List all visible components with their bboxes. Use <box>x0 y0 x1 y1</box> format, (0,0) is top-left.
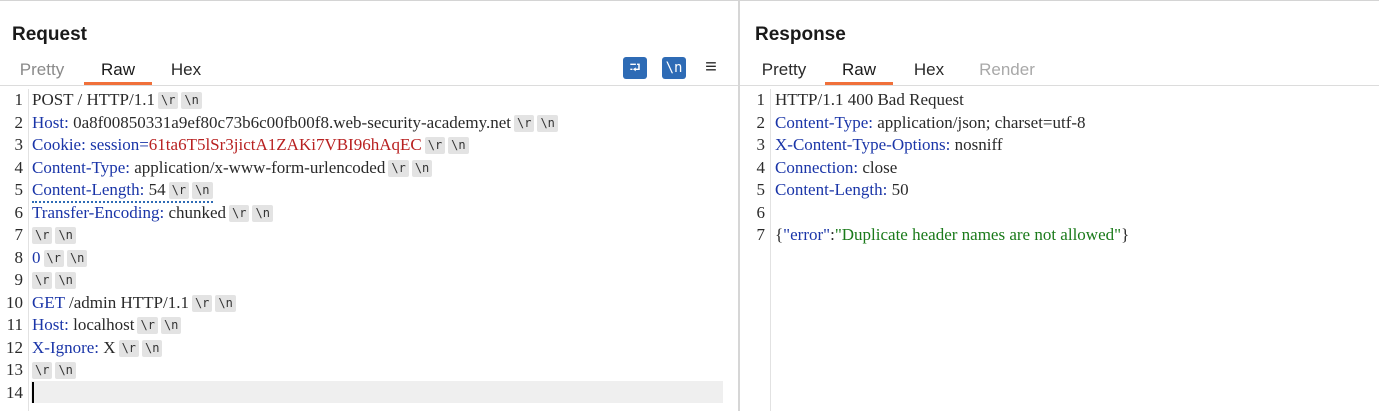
request-line: 13 \r \n <box>0 359 738 381</box>
lf-token: \n <box>181 92 202 109</box>
tab-hex[interactable]: Hex <box>160 59 212 84</box>
header-value: 0a8f00850331a9ef80c73b6c00fb00f8.web-sec… <box>68 112 511 132</box>
tab-divider <box>740 85 1379 86</box>
response-line: 3 X-Content-Type-Options: nosniff <box>756 135 1003 154</box>
header-name: Connection: <box>775 157 859 177</box>
lf-token: \n <box>252 204 273 222</box>
cr-token: \r <box>191 294 213 312</box>
header-name: Cookie: <box>32 135 86 154</box>
response-title: Response <box>755 24 846 45</box>
lf-token: \n <box>55 362 76 379</box>
header-name: Content-Type: <box>775 112 873 132</box>
cr-token: \r <box>137 317 158 334</box>
cr-token: \r <box>229 204 250 222</box>
lf-token: \n <box>66 249 88 267</box>
cr-token: \r <box>514 114 535 132</box>
tab-raw[interactable]: Raw <box>84 59 152 85</box>
header-name: Content-Length: <box>32 180 145 199</box>
header-name: Host: <box>32 315 69 334</box>
menu-icon[interactable]: ≡ <box>701 57 721 79</box>
lf-token: \n <box>537 114 558 132</box>
request-line: 14 <box>6 382 23 402</box>
response-line: 2 Content-Type: application/json; charse… <box>756 112 1086 132</box>
response-line: 7 {"error":"Duplicate header names are n… <box>756 225 1130 244</box>
header-value: X <box>99 337 116 357</box>
response-editor[interactable]: 1 HTTP/1.1 400 Bad Request 2 Content-Typ… <box>740 89 1379 411</box>
lf-token: \n <box>215 294 236 312</box>
cr-token: \r <box>32 362 53 379</box>
header-name: Content-Length: <box>775 180 888 199</box>
request-title: Request <box>12 24 87 45</box>
header-value: chunked <box>164 202 227 222</box>
request-line: 12 X-Ignore: X \r \n <box>0 337 738 359</box>
cookie-name: session= <box>85 135 149 154</box>
request-pane: Request Pretty Raw Hex ⮒ \n ≡ 1 POST / H… <box>0 1 738 411</box>
tab-raw[interactable]: Raw <box>825 59 893 85</box>
header-value: nosniff <box>950 135 1003 154</box>
json-body: {"error":"Duplicate header names are not… <box>775 225 1130 244</box>
response-line: 5 Content-Length: 50 <box>756 180 909 199</box>
wrap-icon[interactable]: ⮒ <box>623 57 647 79</box>
request-target: /admin HTTP/1.1 <box>64 292 189 312</box>
lf-token: \n <box>192 182 213 199</box>
tab-render[interactable]: Render <box>972 59 1042 84</box>
header-name: Host: <box>32 112 69 132</box>
request-line: 4 Content-Type: application/x-www-form-u… <box>0 157 738 179</box>
request-line: 9 \r \n <box>0 269 738 291</box>
request-line: 6 Transfer-Encoding: chunked \r \n <box>0 202 738 224</box>
response-line: 1 HTTP/1.1 400 Bad Request <box>756 90 964 109</box>
lf-token: \n <box>160 317 182 334</box>
tab-divider <box>0 85 738 86</box>
lf-token: \n <box>142 339 163 357</box>
cr-token: \r <box>32 227 53 244</box>
response-pane: Response Pretty Raw Hex Render 1 HTTP/1.… <box>740 1 1379 411</box>
lf-token: \n <box>411 159 433 177</box>
cookie-value: 61ta6T5lSr3jictA1ZAKi7VBI96hAqEC <box>148 135 422 154</box>
request-line-text: POST / HTTP/1.1 <box>32 90 155 109</box>
header-value: 50 <box>887 180 909 199</box>
header-value: 54 <box>144 180 166 199</box>
request-line: 1 POST / HTTP/1.1 \r \n <box>0 89 738 111</box>
json-key: "error" <box>783 225 831 244</box>
method: GET <box>32 292 65 312</box>
cr-token: \r <box>157 92 179 109</box>
header-name: Content-Type: <box>32 157 130 177</box>
cr-token: \r <box>43 249 64 267</box>
header-value: application/x-www-form-urlencoded <box>129 157 386 177</box>
lf-token: \n <box>55 272 76 289</box>
request-line: 5 Content-Length: 54 \r \n <box>0 179 738 203</box>
lf-token: \n <box>55 227 76 244</box>
cr-token: \r <box>388 159 409 177</box>
cr-token: \r <box>168 182 190 199</box>
chunk-size: 0 <box>32 247 41 267</box>
response-line: 4 Connection: close <box>756 157 898 177</box>
request-line: 7 \r \n <box>0 224 738 246</box>
request-editor[interactable]: 1 POST / HTTP/1.1 \r \n 2 Host: 0a8f008503… <box>0 89 738 411</box>
header-name: X-Ignore: <box>32 337 100 357</box>
request-line: 11 Host: localhost \r \n <box>0 314 738 336</box>
cr-token: \r <box>32 272 53 289</box>
cr-token: \r <box>424 137 446 154</box>
tab-hex[interactable]: Hex <box>903 59 955 84</box>
lf-token: \n <box>448 137 469 154</box>
status-line: HTTP/1.1 400 Bad Request <box>775 90 964 109</box>
header-value: application/json; charset=utf-8 <box>872 112 1086 132</box>
header-value: close <box>858 157 898 177</box>
json-value: "Duplicate header names are not allowed" <box>834 225 1122 244</box>
response-line: 6 <box>756 202 766 222</box>
tab-pretty[interactable]: Pretty <box>755 59 813 84</box>
request-line: 3 Cookie: session=61ta6T5lSr3jictA1ZAKi7… <box>0 134 738 156</box>
cr-token: \r <box>118 339 140 357</box>
newline-icon[interactable]: \n <box>662 57 686 79</box>
tab-pretty[interactable]: Pretty <box>12 59 72 84</box>
header-value: localhost <box>68 315 135 334</box>
header-name: X-Content-Type-Options: <box>775 135 951 154</box>
request-line: 10 GET /admin HTTP/1.1 \r \n <box>0 292 738 314</box>
request-line: 8 0 \r \n <box>0 247 738 269</box>
header-name: Transfer-Encoding: <box>32 202 165 222</box>
request-line: 2 Host: 0a8f00850331a9ef80c73b6c00fb00f8… <box>0 112 738 134</box>
